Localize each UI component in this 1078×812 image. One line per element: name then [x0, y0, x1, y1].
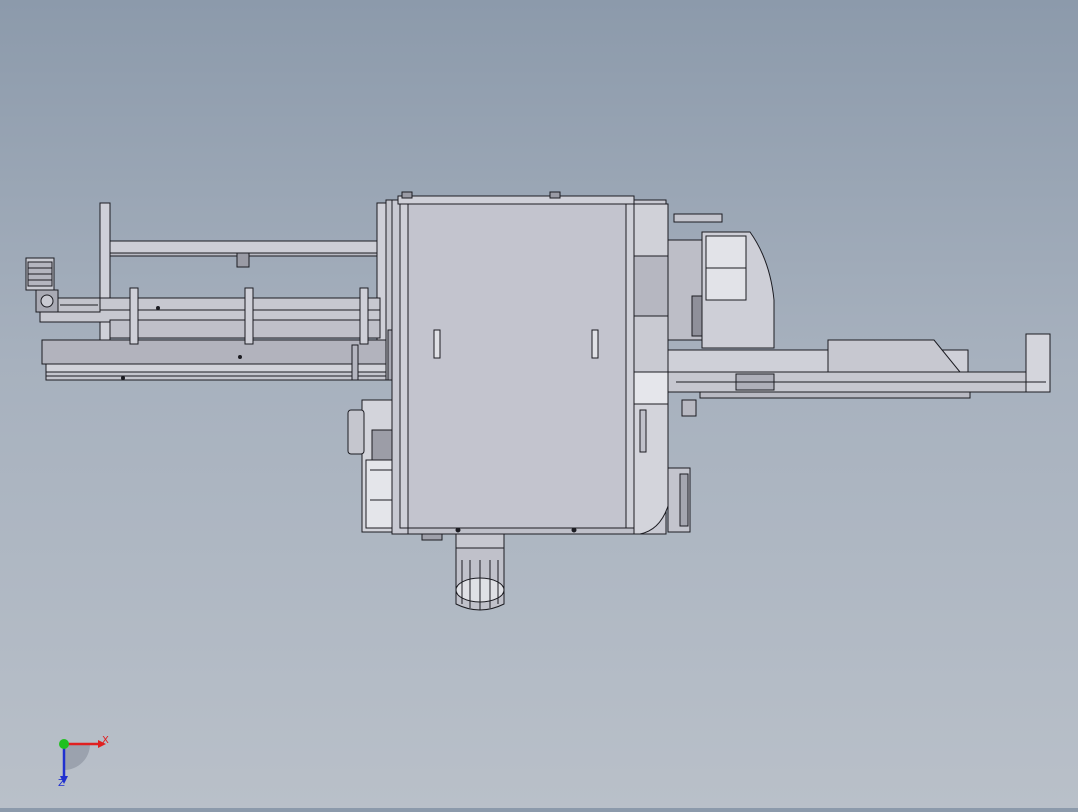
- top-knob-left: [401, 191, 413, 199]
- y-axis-dot-icon: [59, 739, 69, 749]
- outfeed-stop: [1025, 333, 1051, 393]
- top-knob-right: [549, 191, 561, 199]
- door-handle-right: [591, 329, 599, 359]
- front-door-panel: [407, 203, 627, 529]
- main-housing: [391, 191, 669, 535]
- door-handle-left: [433, 329, 441, 359]
- dust-outlet: [421, 533, 505, 611]
- machine-drawing: [25, 191, 1051, 611]
- cad-viewport[interactable]: X Z: [0, 0, 1078, 808]
- z-axis-label: Z: [58, 778, 65, 789]
- side-handle: [347, 409, 365, 455]
- coordinate-triad: X Z: [50, 730, 120, 790]
- lower-right-column: [667, 467, 691, 533]
- frame-clamp: [236, 252, 250, 268]
- drive-motor: [25, 257, 101, 313]
- x-axis-label: X: [102, 735, 109, 746]
